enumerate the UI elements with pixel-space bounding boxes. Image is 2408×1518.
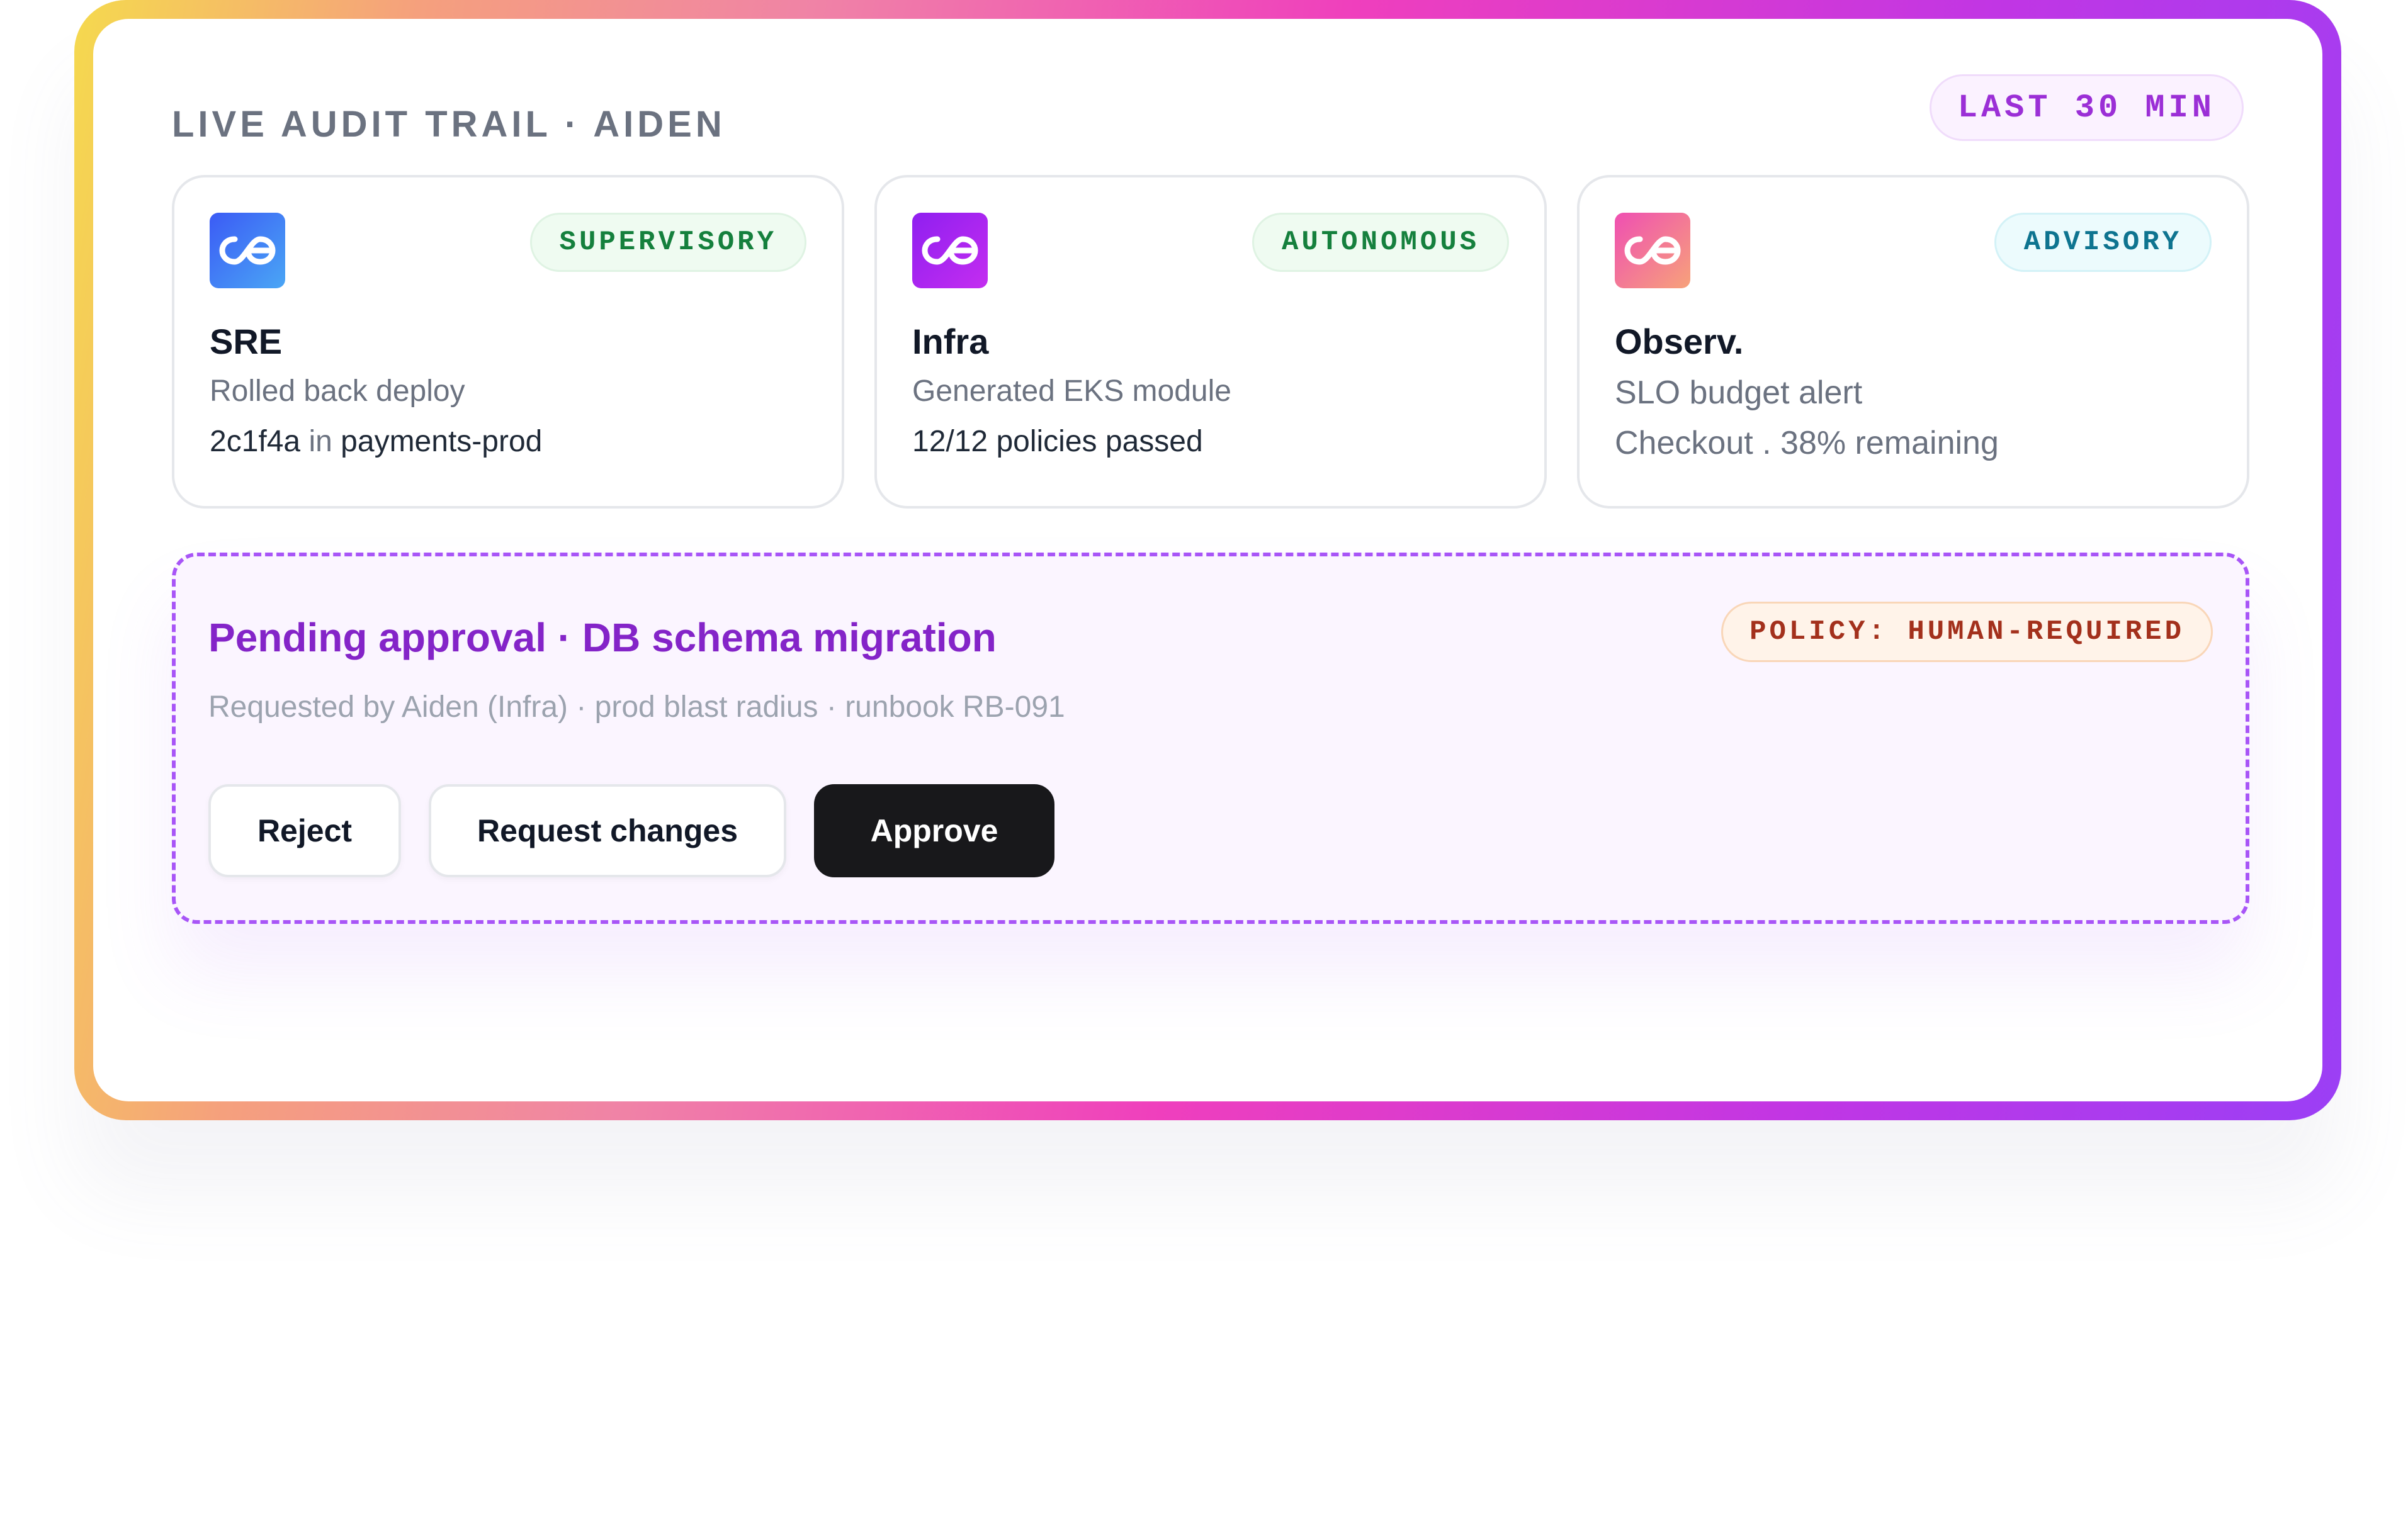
infinity-logo-icon — [219, 236, 276, 265]
agent-card-sre[interactable]: SUPERVISORY SRE Rolled back deploy 2c1f4… — [172, 175, 844, 509]
agent-name: Infra — [912, 322, 989, 361]
agent-action: SLO budget alert — [1615, 374, 1863, 411]
agent-logo-icon — [1615, 213, 1690, 288]
agent-action-detail: 2c1f4a in payments-prod — [210, 424, 542, 459]
target-environment: payments-prod — [341, 425, 543, 458]
agent-action-detail: Checkout . 38% remaining — [1615, 425, 1999, 461]
infinity-logo-icon — [922, 236, 978, 265]
time-range-badge[interactable]: LAST 30 MIN — [1929, 74, 2244, 141]
reject-button[interactable]: Reject — [208, 784, 401, 877]
agent-logo-icon — [912, 213, 988, 288]
agent-action: Rolled back deploy — [210, 374, 465, 408]
infinity-logo-icon — [1624, 236, 1681, 265]
mode-badge-supervisory: SUPERVISORY — [529, 213, 806, 272]
pending-approval-card: Pending approval · DB schema migration P… — [172, 553, 2249, 924]
agent-card-infra[interactable]: AUTONOMOUS Infra Generated EKS module 12… — [874, 175, 1547, 509]
agent-cards: SUPERVISORY SRE Rolled back deploy 2c1f4… — [172, 175, 2249, 509]
stage: LIVE AUDIT TRAIL · AIDEN LAST 30 MIN SUP… — [0, 0, 2408, 1518]
mode-badge-advisory: ADVISORY — [1994, 213, 2212, 272]
approval-actions: Reject Request changes Approve — [208, 784, 1054, 877]
agent-card-observ[interactable]: ADVISORY Observ. SLO budget alert Checko… — [1577, 175, 2249, 509]
detail-connector: in — [308, 425, 332, 458]
request-changes-button[interactable]: Request changes — [429, 784, 786, 877]
agent-name: SRE — [210, 322, 283, 361]
mode-badge-autonomous: AUTONOMOUS — [1252, 213, 1509, 272]
policy-badge: POLICY: HUMAN-REQUIRED — [1721, 602, 2213, 662]
commit-hash: 2c1f4a — [210, 425, 301, 458]
agent-action: Generated EKS module — [912, 374, 1231, 408]
panel-title: LIVE AUDIT TRAIL · AIDEN — [172, 104, 726, 145]
audit-trail-panel: LIVE AUDIT TRAIL · AIDEN LAST 30 MIN SUP… — [93, 19, 2322, 1101]
approve-button[interactable]: Approve — [814, 784, 1054, 877]
agent-logo-icon — [210, 213, 285, 288]
agent-action-detail: 12/12 policies passed — [912, 425, 1203, 458]
agent-name: Observ. — [1615, 322, 1744, 361]
pending-approval-title: Pending approval · DB schema migration — [208, 615, 997, 660]
pending-approval-meta: Requested by Aiden (Infra) · prod blast … — [208, 690, 1065, 724]
gradient-frame: LIVE AUDIT TRAIL · AIDEN LAST 30 MIN SUP… — [74, 0, 2341, 1120]
